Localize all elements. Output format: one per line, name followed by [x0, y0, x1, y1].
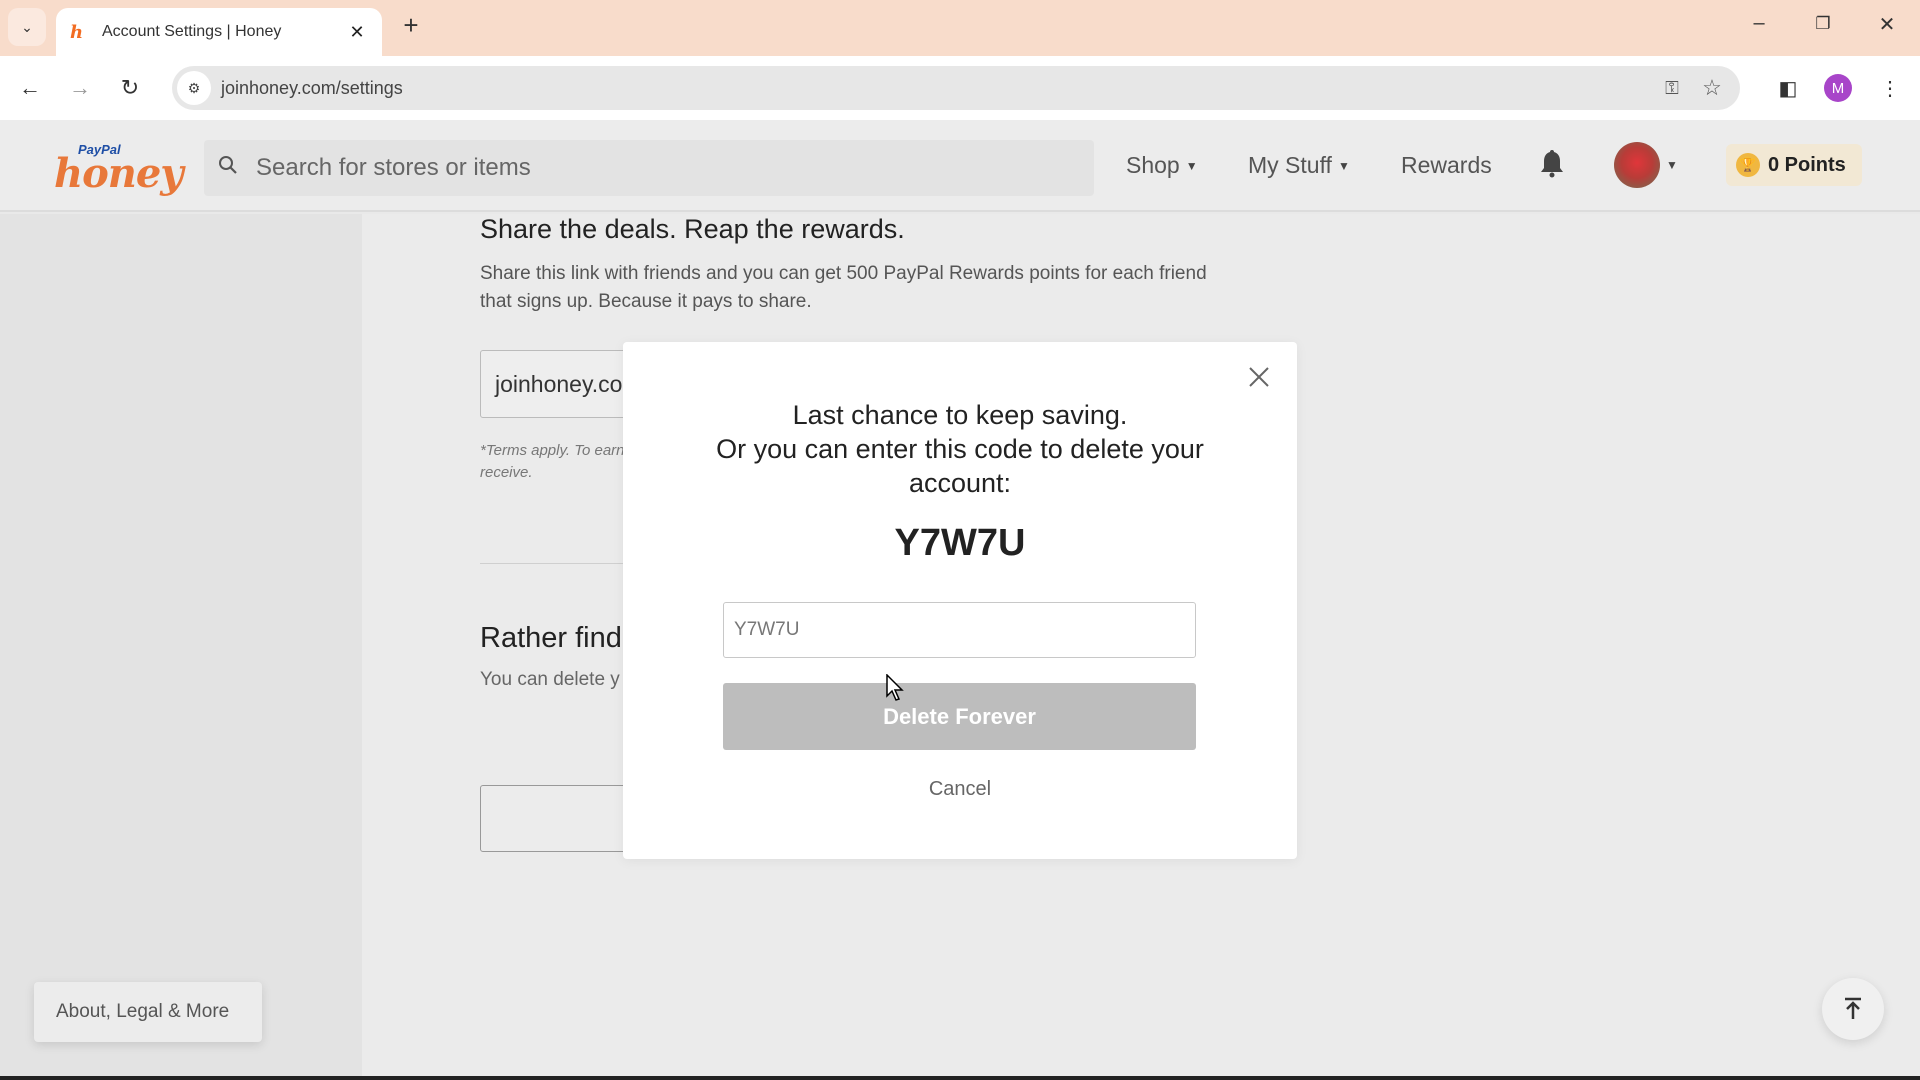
- points-badge[interactable]: 🏆 0 Points: [1726, 144, 1862, 186]
- side-panel-button[interactable]: ◧: [1772, 72, 1804, 104]
- tab-title: Account Settings | Honey: [102, 23, 282, 40]
- settings-sidebar: [0, 214, 362, 1080]
- forward-button[interactable]: →: [64, 72, 96, 104]
- profile-button[interactable]: M: [1822, 72, 1854, 104]
- arrow-up-to-top-icon: [1845, 997, 1861, 1019]
- caret-down-icon: ▼: [1185, 158, 1198, 173]
- tune-icon: ⚙: [187, 79, 201, 96]
- password-key-icon[interactable]: ⚿: [1652, 78, 1692, 99]
- url-text[interactable]: joinhoney.com/settings: [221, 78, 1652, 99]
- reload-icon: ↻: [120, 75, 140, 100]
- modal-message: Last chance to keep saving. Or you can e…: [623, 398, 1297, 500]
- logo-honey-text: honey: [54, 150, 184, 197]
- honey-favicon-icon: h: [70, 21, 84, 43]
- kebab-menu-icon: ⋮: [1880, 77, 1900, 100]
- minimize-button[interactable]: –: [1744, 12, 1774, 35]
- browser-menu-button[interactable]: ⋮: [1874, 72, 1906, 104]
- search-input[interactable]: [256, 154, 1094, 182]
- user-avatar[interactable]: [1614, 142, 1660, 188]
- taskbar-edge: [0, 1076, 1920, 1080]
- modal-message-line2: Or you can enter this code to delete you…: [716, 434, 1204, 498]
- browser-toolbar: ← → ↻ ⚙ joinhoney.com/settings ⚿ ☆ ◧ M ⋮: [0, 56, 1920, 120]
- notifications-bell-icon[interactable]: [1538, 148, 1566, 185]
- tab-search-button[interactable]: ⌄: [8, 8, 46, 46]
- paypal-honey-logo[interactable]: PayPal honey: [52, 140, 184, 197]
- chevron-down-icon: ⌄: [21, 18, 33, 35]
- browser-tab-strip: ⌄ h Account Settings | Honey ✕ + – ❐ ✕: [0, 0, 1920, 56]
- about-legal-more-button[interactable]: About, Legal & More: [34, 982, 262, 1042]
- profile-avatar: M: [1824, 74, 1852, 102]
- address-bar[interactable]: ⚙ joinhoney.com/settings ⚿ ☆: [172, 66, 1740, 110]
- close-icon: [1249, 367, 1269, 387]
- confirmation-code: Y7W7U: [894, 522, 1026, 564]
- back-button[interactable]: ←: [14, 72, 46, 104]
- site-search[interactable]: [204, 140, 1094, 196]
- browser-tab-active[interactable]: h Account Settings | Honey ✕: [56, 8, 382, 56]
- arrow-left-icon: ←: [19, 75, 41, 100]
- trophy-icon: 🏆: [1736, 153, 1760, 177]
- nav-rewards-label: Rewards: [1401, 152, 1492, 178]
- mouse-cursor-icon: [886, 674, 904, 701]
- nav-my-stuff[interactable]: My Stuff ▼: [1248, 152, 1350, 179]
- nav-rewards[interactable]: Rewards: [1401, 152, 1492, 179]
- cancel-label: Cancel: [928, 778, 992, 800]
- delete-account-heading: Rather find: [480, 622, 622, 654]
- arrow-right-icon: →: [69, 75, 91, 100]
- delete-forever-button[interactable]: Delete Forever: [723, 683, 1196, 750]
- modal-message-line1: Last chance to keep saving.: [792, 400, 1128, 430]
- share-heading: Share the deals. Reap the rewards.: [480, 214, 905, 244]
- modal-close-button[interactable]: [1243, 362, 1275, 394]
- caret-down-icon: ▼: [1337, 158, 1350, 173]
- side-panel-icon: ◧: [1778, 77, 1798, 100]
- scroll-to-top-button[interactable]: [1822, 978, 1884, 1040]
- nav-shop-label: Shop: [1126, 152, 1180, 178]
- share-description: Share this link with friends and you can…: [480, 263, 1207, 312]
- tab-close-icon[interactable]: ✕: [346, 22, 368, 43]
- bookmark-star-icon[interactable]: ☆: [1692, 75, 1732, 101]
- restore-button[interactable]: ❐: [1808, 14, 1838, 34]
- nav-my-stuff-label: My Stuff: [1248, 152, 1332, 178]
- reload-button[interactable]: ↻: [114, 72, 146, 104]
- nav-shop[interactable]: Shop ▼: [1126, 152, 1198, 179]
- window-close-button[interactable]: ✕: [1872, 12, 1902, 37]
- site-header: PayPal honey Shop ▼ My Stuff ▼ Rewards ▼ 🏆…: [0, 120, 1920, 212]
- confirmation-code-input[interactable]: [723, 602, 1196, 658]
- new-tab-button[interactable]: +: [396, 10, 426, 41]
- site-info-button[interactable]: ⚙: [177, 71, 211, 105]
- points-value: 0 Points: [1768, 153, 1846, 176]
- cancel-button[interactable]: Cancel: [623, 778, 1297, 801]
- search-icon: [218, 155, 242, 181]
- delete-account-modal: Last chance to keep saving. Or you can e…: [623, 342, 1297, 859]
- caret-down-icon[interactable]: ▼: [1666, 158, 1678, 172]
